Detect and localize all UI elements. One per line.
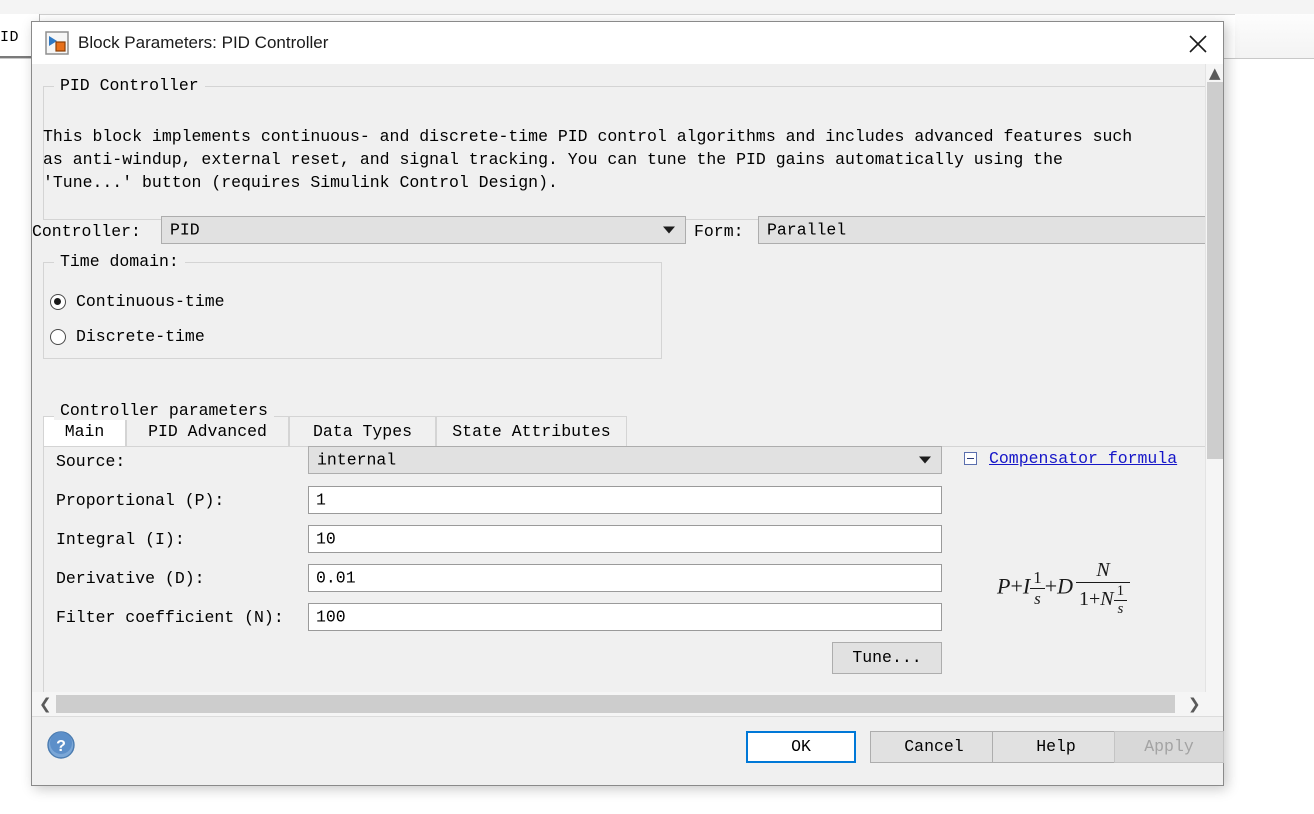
radio-dot-discrete — [50, 329, 66, 345]
ok-button[interactable]: OK — [746, 731, 856, 763]
pid-controller-group-legend: PID Controller — [54, 76, 205, 95]
source-select[interactable]: internal — [308, 446, 942, 474]
derivative-value: 0.01 — [316, 568, 356, 588]
chevron-down-icon — [919, 456, 931, 464]
controller-select-value: PID — [170, 220, 200, 240]
tab-data-types[interactable]: Data Types — [289, 416, 436, 446]
tab-state-attributes[interactable]: State Attributes — [436, 416, 627, 446]
controller-select[interactable]: PID — [161, 216, 686, 244]
block-parameters-dialog: Block Parameters: PID Controller PID Con… — [31, 21, 1224, 786]
formula-num-1a: 1 — [1033, 568, 1042, 587]
simulink-block-icon — [45, 31, 69, 55]
formula-den-sa: s — [1030, 588, 1045, 609]
tab-main[interactable]: Main — [43, 416, 126, 446]
screen: ID Block Parameters: PID Controller PID … — [0, 0, 1314, 814]
derivative-label: Derivative (D): — [56, 569, 205, 588]
dialog-title: Block Parameters: PID Controller — [78, 33, 329, 52]
dialog-footer: ? OK Cancel Help Apply — [32, 716, 1224, 785]
form-label: Form: — [694, 222, 744, 241]
tabstrip: Main PID Advanced Data Types State Attri… — [43, 416, 1207, 447]
controller-parameters-legend: Controller parameters — [54, 401, 274, 420]
filter-coefficient-input[interactable]: 100 — [308, 603, 942, 631]
chevron-left-icon[interactable]: ❮ — [32, 692, 56, 716]
background-right-panel — [1235, 14, 1314, 64]
formula-plus-1: + — [1010, 573, 1023, 599]
dialog-body: PID Controller This block implements con… — [32, 64, 1223, 718]
compensator-expander-icon[interactable] — [964, 452, 977, 465]
formula-d: D — [1057, 573, 1074, 599]
horizontal-scrollbar-thumb[interactable] — [56, 695, 1175, 713]
integral-value: 10 — [316, 529, 336, 549]
formula-one-over-s-a: 1s — [1030, 568, 1045, 609]
chevron-down-icon — [663, 226, 675, 234]
background-toolstrip — [0, 0, 1314, 15]
help-question-icon[interactable]: ? — [46, 730, 76, 760]
formula-den-expr: 1+N 1 s — [1076, 582, 1131, 618]
chevron-up-icon[interactable]: ▲ — [1206, 64, 1224, 82]
integral-label: Integral (I): — [56, 530, 185, 549]
close-icon[interactable] — [1173, 22, 1223, 64]
filter-coefficient-value: 100 — [316, 607, 346, 627]
source-select-value: internal — [317, 450, 397, 470]
vertical-scrollbar-thumb[interactable] — [1207, 82, 1223, 459]
chevron-right-icon[interactable]: ❯ — [1181, 692, 1205, 716]
background-tab-label: ID — [0, 29, 20, 46]
formula-den-sb: s — [1113, 600, 1128, 618]
horizontal-scrollbar[interactable]: ❮ ❯ — [32, 692, 1223, 716]
formula-i: I — [1022, 573, 1031, 599]
proportional-label: Proportional (P): — [56, 491, 225, 510]
tab-pid-advanced[interactable]: PID Advanced — [126, 416, 289, 446]
compensator-formula-expression: P+I 1 s +D N 1+N 1 s — [997, 559, 1197, 618]
formula-num-1b: 1 — [1116, 583, 1125, 599]
formula-filter-fraction: N 1+N 1 s — [1076, 559, 1131, 618]
block-description-text: This block implements continuous- and di… — [43, 127, 1133, 192]
apply-button: Apply — [1114, 731, 1224, 763]
dialog-content: PID Controller This block implements con… — [32, 64, 1223, 718]
vertical-scrollbar[interactable]: ▲ ▼ — [1205, 64, 1223, 718]
form-select[interactable]: Parallel — [758, 216, 1223, 244]
svg-text:?: ? — [56, 738, 66, 755]
formula-den-one-plus: 1+ — [1079, 588, 1101, 611]
proportional-value: 1 — [316, 490, 326, 510]
radio-label-discrete: Discrete-time — [76, 327, 205, 346]
integral-input[interactable]: 10 — [308, 525, 942, 553]
radio-dot-continuous — [50, 294, 66, 310]
cancel-button[interactable]: Cancel — [870, 731, 998, 763]
formula-plus-2: + — [1044, 573, 1058, 599]
filter-coefficient-label: Filter coefficient (N): — [56, 608, 284, 627]
help-button[interactable]: Help — [992, 731, 1120, 763]
formula-p: P — [997, 573, 1011, 599]
time-domain-legend: Time domain: — [54, 252, 185, 271]
radio-label-continuous: Continuous-time — [76, 292, 225, 311]
controller-label: Controller: — [32, 222, 141, 241]
formula-num-n: N — [1096, 559, 1110, 581]
tune-button[interactable]: Tune... — [832, 642, 942, 674]
form-select-value: Parallel — [767, 220, 847, 240]
formula-den-n: N — [1100, 588, 1114, 611]
formula-one-over-s-b: 1s — [1113, 583, 1128, 618]
dialog-titlebar: Block Parameters: PID Controller — [32, 22, 1223, 64]
derivative-input[interactable]: 0.01 — [308, 564, 942, 592]
proportional-input[interactable]: 1 — [308, 486, 942, 514]
compensator-formula-link[interactable]: Compensator formula — [989, 449, 1177, 468]
source-label: Source: — [56, 452, 126, 471]
